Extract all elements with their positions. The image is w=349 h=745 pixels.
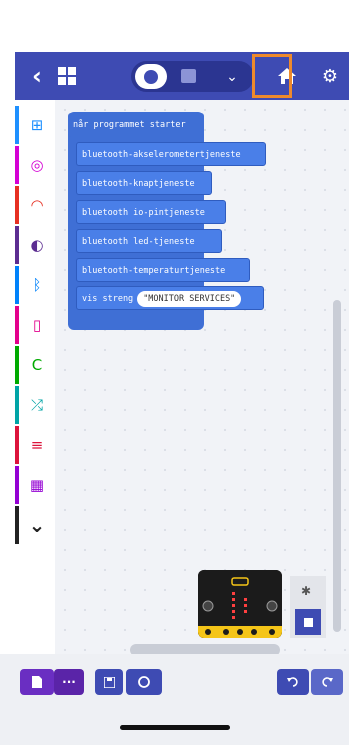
- toolbox-category-variables[interactable]: ≡: [15, 426, 55, 464]
- editor-footer: ···: [0, 654, 349, 745]
- shuffle-icon: ⤮: [30, 396, 43, 414]
- undo-icon: [287, 677, 298, 687]
- toolbox-category-math[interactable]: ▦: [15, 466, 55, 504]
- microbit-simulator[interactable]: [198, 570, 282, 638]
- blocks-mode-icon[interactable]: [135, 64, 167, 89]
- file-icon: [32, 676, 42, 688]
- grid-icon: [58, 67, 76, 85]
- debug-bug-icon[interactable]: ✱: [301, 584, 311, 598]
- status-area: [0, 0, 349, 52]
- save-icon: [103, 676, 115, 688]
- save-button[interactable]: [95, 669, 123, 695]
- toolbox-category-basic[interactable]: ⊞: [15, 106, 55, 144]
- lines-icon: ≡: [30, 436, 44, 454]
- block-led-service[interactable]: bluetooth led-tjeneste: [76, 229, 222, 253]
- back-button[interactable]: ‹: [23, 52, 51, 100]
- gear-icon: ⚙: [321, 65, 339, 87]
- github-button[interactable]: [126, 669, 162, 695]
- toolbox-category-music[interactable]: ◠: [15, 186, 55, 224]
- on-start-label: når programmet starter: [68, 113, 204, 137]
- toolbox: ⊞ ◎ ◠ ◐ ᛒ ▯ C ⤮ ≡ ▦ ⌄: [15, 100, 55, 612]
- vertical-scrollbar[interactable]: [333, 300, 341, 632]
- phone-icon: ▯: [32, 316, 42, 334]
- home-indicator: [120, 725, 230, 730]
- headphones-icon: ◠: [30, 196, 44, 214]
- toggle-icon: ◐: [30, 236, 44, 254]
- toolbox-category-logic[interactable]: ⤮: [15, 386, 55, 424]
- grid-menu-button[interactable]: [55, 52, 79, 100]
- block-temperature-service[interactable]: bluetooth-temperaturtjeneste: [76, 258, 250, 282]
- toolbox-category-led[interactable]: ◐: [15, 226, 55, 264]
- show-string-label: vis streng: [82, 294, 134, 304]
- editor-dropdown-button[interactable]: ⌄: [215, 61, 249, 92]
- toolbox-category-more[interactable]: ⌄: [15, 506, 55, 544]
- simulator-controls: ✱: [290, 576, 326, 638]
- download-button[interactable]: [20, 669, 54, 695]
- toolbox-category-bluetooth[interactable]: ᛒ: [15, 266, 55, 304]
- string-value-pill[interactable]: "MONITOR SERVICES": [137, 291, 242, 307]
- github-icon: [138, 676, 150, 688]
- redo-button[interactable]: [311, 669, 343, 695]
- target-icon: ◎: [30, 156, 44, 174]
- block-accelerometer-service[interactable]: bluetooth-akselerometertjeneste: [76, 142, 266, 166]
- editor-toggle[interactable]: ⌄: [131, 61, 254, 92]
- more-options-button[interactable]: ···: [54, 669, 84, 695]
- calculator-icon: ▦: [29, 476, 45, 494]
- grid-icon: ⊞: [30, 116, 44, 134]
- javascript-mode-icon[interactable]: [181, 69, 196, 83]
- editor-header: ‹ ⌄ ⚙: [15, 52, 349, 100]
- toolbox-category-radio[interactable]: ▯: [15, 306, 55, 344]
- chevron-down-icon: ⌄: [28, 513, 46, 537]
- block-button-service[interactable]: bluetooth-knaptjeneste: [76, 171, 212, 195]
- undo-button[interactable]: [277, 669, 309, 695]
- home-highlight-box: [252, 54, 292, 98]
- stop-icon: [303, 617, 313, 627]
- toolbox-category-input[interactable]: ◎: [15, 146, 55, 184]
- bluetooth-icon: ᛒ: [32, 276, 42, 294]
- toolbox-category-loops[interactable]: C: [15, 346, 55, 384]
- settings-button[interactable]: ⚙: [315, 52, 345, 100]
- block-io-pin-service[interactable]: bluetooth io-pintjeneste: [76, 200, 226, 224]
- stop-simulator-button[interactable]: [295, 609, 321, 635]
- microbit-board-icon: [198, 570, 282, 638]
- redo-icon: [322, 677, 333, 687]
- refresh-icon: C: [31, 356, 43, 374]
- back-chevron-icon: ‹: [32, 62, 42, 90]
- block-show-string[interactable]: vis streng "MONITOR SERVICES": [76, 286, 264, 310]
